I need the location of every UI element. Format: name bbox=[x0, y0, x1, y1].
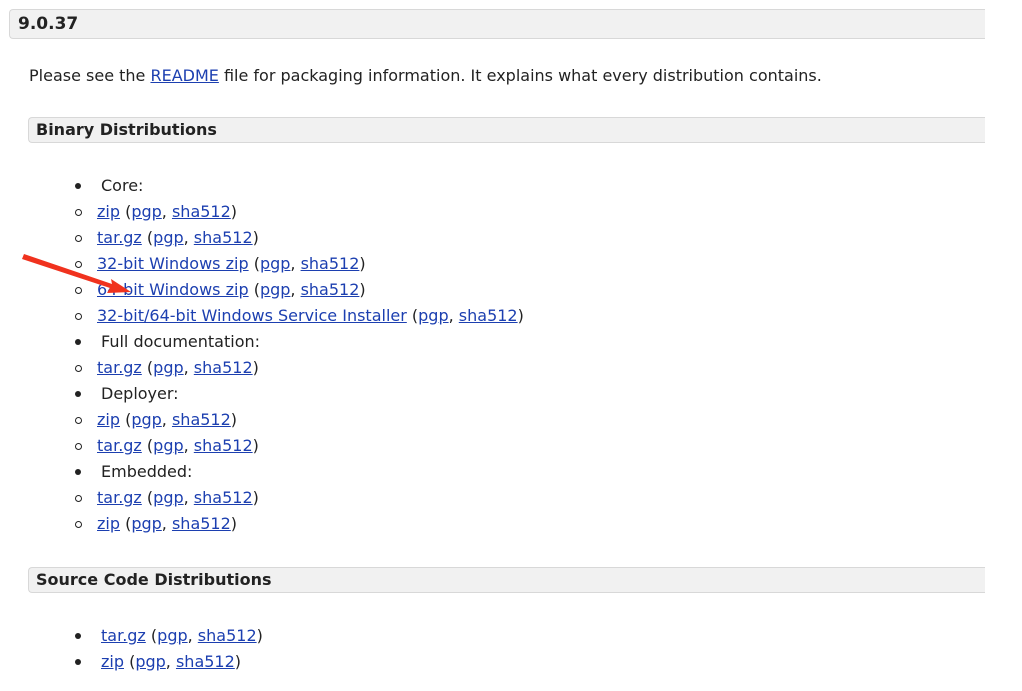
core-zip-pgp-link[interactable]: pgp bbox=[131, 202, 161, 221]
full-documentation-list: tar.gz (pgp, sha512) bbox=[75, 355, 524, 381]
core-win64-zip-pgp-link[interactable]: pgp bbox=[260, 280, 290, 299]
core-win64-zip-link[interactable]: 64-bit Windows zip bbox=[97, 280, 249, 299]
embedded-zip-item: zip (pgp, sha512) bbox=[75, 511, 524, 537]
readme-link[interactable]: README bbox=[150, 66, 218, 85]
embedded-zip-link[interactable]: zip bbox=[97, 514, 120, 533]
docs-targz-sha512-link[interactable]: sha512 bbox=[194, 358, 253, 377]
core-win32-zip-item: 32-bit Windows zip (pgp, sha512) bbox=[75, 251, 524, 277]
source-targz-sha512-link[interactable]: sha512 bbox=[198, 626, 257, 645]
embedded-list: tar.gz (pgp, sha512) zip (pgp, sha512) bbox=[75, 485, 524, 537]
intro-text-before: Please see the bbox=[29, 66, 151, 85]
intro-text: Please see the README file for packaging… bbox=[29, 64, 822, 88]
core-win32-zip-sha512-link[interactable]: sha512 bbox=[301, 254, 360, 273]
embedded-label: Embedded: bbox=[75, 459, 524, 485]
core-label: Core: bbox=[75, 173, 524, 199]
source-targz-pgp-link[interactable]: pgp bbox=[157, 626, 187, 645]
version-heading: 9.0.37 bbox=[9, 9, 985, 39]
deployer-zip-pgp-link[interactable]: pgp bbox=[131, 410, 161, 429]
source-zip-link[interactable]: zip bbox=[101, 652, 124, 671]
core-zip-link[interactable]: zip bbox=[97, 202, 120, 221]
source-zip-pgp-link[interactable]: pgp bbox=[135, 652, 165, 671]
core-win32-zip-link[interactable]: 32-bit Windows zip bbox=[97, 254, 249, 273]
embedded-targz-item: tar.gz (pgp, sha512) bbox=[75, 485, 524, 511]
core-targz-pgp-link[interactable]: pgp bbox=[153, 228, 183, 247]
deployer-targz-item: tar.gz (pgp, sha512) bbox=[75, 433, 524, 459]
deployer-targz-link[interactable]: tar.gz bbox=[97, 436, 142, 455]
embedded-targz-link[interactable]: tar.gz bbox=[97, 488, 142, 507]
core-service-installer-link[interactable]: 32-bit/64-bit Windows Service Installer bbox=[97, 306, 407, 325]
source-code-distributions-list: tar.gz (pgp, sha512) zip (pgp, sha512) bbox=[75, 623, 263, 675]
docs-targz-item: tar.gz (pgp, sha512) bbox=[75, 355, 524, 381]
intro-text-after: file for packaging information. It expla… bbox=[218, 66, 822, 85]
core-win64-zip-item: 64-bit Windows zip (pgp, sha512) bbox=[75, 277, 524, 303]
core-service-installer-item: 32-bit/64-bit Windows Service Installer … bbox=[75, 303, 524, 329]
core-targz-sha512-link[interactable]: sha512 bbox=[194, 228, 253, 247]
docs-targz-link[interactable]: tar.gz bbox=[97, 358, 142, 377]
embedded-targz-pgp-link[interactable]: pgp bbox=[153, 488, 183, 507]
deployer-targz-sha512-link[interactable]: sha512 bbox=[194, 436, 253, 455]
core-service-installer-sha512-link[interactable]: sha512 bbox=[459, 306, 518, 325]
full-documentation-label: Full documentation: bbox=[75, 329, 524, 355]
core-list: zip (pgp, sha512) tar.gz (pgp, sha512) 3… bbox=[75, 199, 524, 329]
core-targz-item: tar.gz (pgp, sha512) bbox=[75, 225, 524, 251]
core-service-installer-pgp-link[interactable]: pgp bbox=[418, 306, 448, 325]
binary-distributions-list: Core: zip (pgp, sha512) tar.gz (pgp, sha… bbox=[75, 173, 524, 537]
core-win32-zip-pgp-link[interactable]: pgp bbox=[260, 254, 290, 273]
source-zip-sha512-link[interactable]: sha512 bbox=[176, 652, 235, 671]
core-win64-zip-sha512-link[interactable]: sha512 bbox=[301, 280, 360, 299]
embedded-targz-sha512-link[interactable]: sha512 bbox=[194, 488, 253, 507]
source-code-distributions-heading: Source Code Distributions bbox=[28, 567, 985, 593]
docs-targz-pgp-link[interactable]: pgp bbox=[153, 358, 183, 377]
deployer-zip-sha512-link[interactable]: sha512 bbox=[172, 410, 231, 429]
binary-distributions-heading: Binary Distributions bbox=[28, 117, 985, 143]
deployer-zip-link[interactable]: zip bbox=[97, 410, 120, 429]
source-targz-link[interactable]: tar.gz bbox=[101, 626, 146, 645]
core-targz-link[interactable]: tar.gz bbox=[97, 228, 142, 247]
deployer-targz-pgp-link[interactable]: pgp bbox=[153, 436, 183, 455]
source-targz-item: tar.gz (pgp, sha512) bbox=[75, 623, 263, 649]
source-zip-item: zip (pgp, sha512) bbox=[75, 649, 263, 675]
deployer-label: Deployer: bbox=[75, 381, 524, 407]
core-zip-sha512-link[interactable]: sha512 bbox=[172, 202, 231, 221]
deployer-zip-item: zip (pgp, sha512) bbox=[75, 407, 524, 433]
core-zip-item: zip (pgp, sha512) bbox=[75, 199, 524, 225]
embedded-zip-sha512-link[interactable]: sha512 bbox=[172, 514, 231, 533]
embedded-zip-pgp-link[interactable]: pgp bbox=[131, 514, 161, 533]
deployer-list: zip (pgp, sha512) tar.gz (pgp, sha512) bbox=[75, 407, 524, 459]
